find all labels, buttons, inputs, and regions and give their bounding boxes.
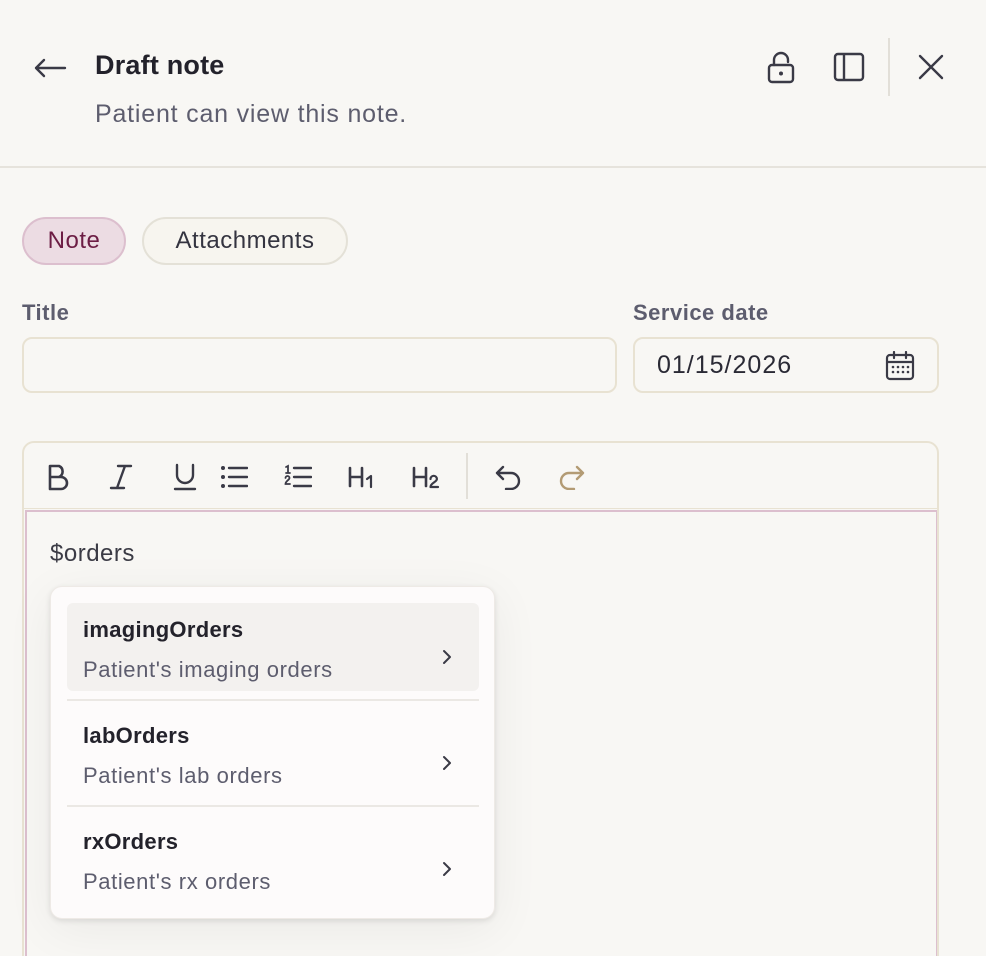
- chevron-right-icon: [437, 859, 457, 879]
- lock-icon: [767, 51, 795, 84]
- sidebar-panel-icon: [833, 52, 865, 82]
- numbered-list-icon: [284, 464, 312, 488]
- bold-icon: [48, 464, 69, 491]
- chevron-right-icon: [437, 647, 457, 667]
- numbered-list-button[interactable]: [276, 455, 320, 499]
- bullet-list-button[interactable]: [212, 455, 256, 499]
- heading-1-button[interactable]: [340, 455, 384, 499]
- toggle-sidebar-button[interactable]: [826, 44, 872, 90]
- editor-toolbar: [24, 443, 937, 509]
- suggestion-name: labOrders: [83, 723, 190, 748]
- suggestion-imaging-orders[interactable]: imagingOrders Patient's imaging orders: [67, 603, 479, 691]
- tab-note[interactable]: Note: [22, 217, 126, 265]
- header-divider: [888, 38, 890, 96]
- calendar-icon[interactable]: [885, 351, 915, 381]
- title-label: Title: [22, 300, 70, 325]
- undo-icon: [495, 465, 521, 490]
- underline-button[interactable]: [163, 455, 207, 499]
- service-date-label: Service date: [633, 300, 769, 325]
- bold-button[interactable]: [36, 455, 80, 499]
- suggestion-rx-orders[interactable]: rxOrders Patient's rx orders: [67, 815, 479, 903]
- suggestion-name: rxOrders: [83, 829, 179, 854]
- lock-button[interactable]: [758, 44, 804, 90]
- close-button[interactable]: [908, 44, 954, 90]
- heading-2-icon: [412, 466, 440, 489]
- service-date-value: 01/15/2026: [657, 351, 793, 379]
- bullet-list-icon: [221, 466, 248, 488]
- italic-button[interactable]: [99, 455, 143, 499]
- page-subtitle: Patient can view this note.: [95, 100, 408, 128]
- chevron-right-icon: [437, 753, 457, 773]
- heading-2-button[interactable]: [404, 455, 448, 499]
- page-header: Draft note Patient can view this note.: [0, 0, 986, 168]
- page-title: Draft note: [95, 50, 225, 80]
- close-icon: [918, 54, 944, 80]
- redo-button[interactable]: [550, 455, 594, 499]
- undo-button[interactable]: [486, 455, 530, 499]
- service-date-input[interactable]: 01/15/2026: [633, 337, 939, 393]
- suggestion-divider: [67, 699, 479, 701]
- back-arrow-icon: [34, 58, 67, 78]
- suggestion-description: Patient's lab orders: [83, 763, 283, 788]
- suggestion-description: Patient's imaging orders: [83, 657, 333, 682]
- suggestion-lab-orders[interactable]: labOrders Patient's lab orders: [67, 709, 479, 797]
- underline-icon: [173, 463, 197, 491]
- heading-1-icon: [348, 466, 373, 489]
- italic-icon: [109, 464, 133, 490]
- editor-text: $orders: [50, 540, 135, 567]
- tab-attachments[interactable]: Attachments: [142, 217, 348, 265]
- suggestion-divider: [67, 805, 479, 807]
- redo-icon: [559, 465, 585, 490]
- back-button[interactable]: [30, 48, 70, 88]
- suggestion-description: Patient's rx orders: [83, 869, 272, 894]
- variable-suggestions-popup: imagingOrders Patient's imaging orders l…: [50, 586, 495, 919]
- suggestion-name: imagingOrders: [83, 617, 244, 642]
- title-input[interactable]: [22, 337, 617, 393]
- toolbar-divider: [466, 453, 468, 499]
